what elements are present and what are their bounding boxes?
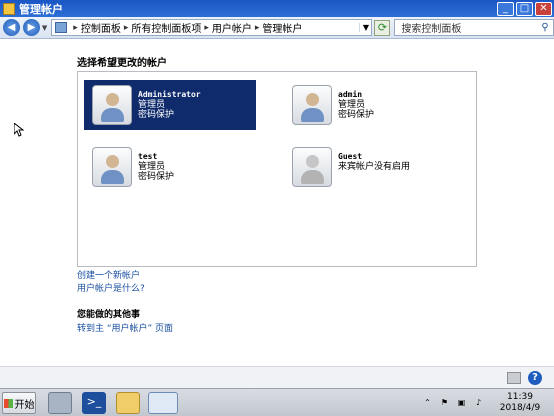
system-tray: ⌃ ⚑ ▣ ♪ 11:39 2018/4/9: [422, 389, 554, 416]
start-button[interactable]: 开始: [2, 392, 36, 414]
guest-avatar-icon: [292, 147, 332, 187]
account-status: 密码保护: [338, 110, 375, 120]
title-bar: 管理帐户 _ □ ✕: [0, 0, 554, 17]
page-title: 选择希望更改的帐户: [77, 58, 167, 69]
breadcrumb-user-accounts[interactable]: 用户帐户: [212, 20, 252, 35]
user-accounts-icon: [3, 2, 15, 15]
account-name: test: [138, 152, 158, 161]
account-administrator[interactable]: Administrator 管理员 密码保护: [84, 80, 256, 130]
window-title: 管理帐户: [19, 2, 63, 16]
status-strip: ?: [0, 366, 554, 388]
user-avatar-icon: [292, 85, 332, 125]
breadcrumb[interactable]: ▸ 控制面板 ▸ 所有控制面板项 ▸ 用户帐户 ▸ 管理帐户 ▼: [51, 19, 373, 36]
clock[interactable]: 11:39 2018/4/9: [490, 392, 550, 414]
back-button[interactable]: ◀: [3, 19, 20, 36]
address-dropdown-icon[interactable]: ▼: [359, 23, 371, 32]
forward-button[interactable]: ▶: [22, 19, 40, 36]
history-dropdown-icon[interactable]: ▼: [42, 24, 47, 32]
close-button[interactable]: ✕: [535, 1, 552, 16]
explorer-icon[interactable]: [116, 392, 140, 414]
other-tasks-heading: 您能做的其他事: [77, 310, 141, 320]
search-icon[interactable]: ⚲: [537, 22, 553, 33]
chevron-right-icon[interactable]: ▸: [124, 23, 129, 33]
network-icon[interactable]: ▣: [456, 398, 467, 409]
maximize-button[interactable]: □: [516, 1, 533, 16]
chevron-up-icon[interactable]: ⌃: [422, 398, 433, 409]
address-bar: ◀ ▶ ▼ ▸ 控制面板 ▸ 所有控制面板项 ▸ 用户帐户 ▸ 管理帐户 ▼ ⟳…: [0, 17, 554, 39]
breadcrumb-control-panel[interactable]: 控制面板: [81, 20, 121, 35]
content-area: 选择希望更改的帐户 Administrator 管理员 密码保护 admin 管…: [0, 39, 554, 366]
account-role: 管理员: [338, 100, 366, 110]
folder-icon[interactable]: [507, 372, 521, 384]
flag-icon[interactable]: ⚑: [439, 398, 450, 409]
volume-icon[interactable]: ♪: [473, 398, 484, 409]
account-status: 密码保护: [138, 172, 175, 182]
windows-logo-icon: [3, 398, 13, 408]
account-role: 管理员: [138, 162, 166, 172]
account-admin[interactable]: admin 管理员 密码保护: [284, 80, 456, 130]
chevron-right-icon[interactable]: ▸: [204, 23, 209, 33]
account-name: Administrator: [138, 90, 201, 99]
chevron-right-icon[interactable]: ▸: [73, 23, 78, 33]
minimize-button[interactable]: _: [497, 1, 514, 16]
help-icon[interactable]: ?: [528, 371, 542, 385]
goto-user-accounts-link[interactable]: 转到主 “用户帐户” 页面: [77, 321, 173, 334]
account-role: 来宾帐户没有启用: [338, 162, 411, 172]
powershell-icon[interactable]: >_: [82, 392, 106, 414]
account-guest[interactable]: Guest 来宾帐户没有启用: [284, 142, 456, 192]
clock-date: 2018/4/9: [499, 403, 541, 413]
search-placeholder: 搜索控制面板: [401, 24, 462, 35]
taskbar: 开始 >_ ⌃ ⚑ ▣ ♪ 11:39 2018/4/9: [0, 388, 554, 416]
clock-time: 11:39: [507, 392, 533, 402]
control-panel-icon: [55, 22, 68, 33]
account-status: 密码保护: [138, 110, 175, 120]
server-manager-icon[interactable]: [48, 392, 72, 414]
create-account-link[interactable]: 创建一个新帐户: [77, 268, 140, 281]
breadcrumb-manage-accounts[interactable]: 管理帐户: [262, 20, 302, 35]
account-role: 管理员: [138, 100, 166, 110]
what-is-account-link[interactable]: 用户帐户是什么?: [77, 281, 145, 294]
search-input[interactable]: 搜索控制面板 ⚲: [394, 19, 554, 36]
accounts-panel: Administrator 管理员 密码保护 admin 管理员 密码保护 te…: [77, 71, 477, 267]
account-name: Guest: [338, 152, 363, 161]
account-name: admin: [338, 90, 363, 99]
refresh-button[interactable]: ⟳: [374, 19, 391, 36]
breadcrumb-all-items[interactable]: 所有控制面板项: [131, 20, 201, 35]
control-panel-task-icon[interactable]: [148, 392, 178, 414]
start-label: 开始: [14, 399, 35, 411]
user-avatar-icon: [92, 85, 132, 125]
chevron-right-icon[interactable]: ▸: [255, 23, 260, 33]
account-test[interactable]: test 管理员 密码保护: [84, 142, 256, 192]
user-avatar-icon: [92, 147, 132, 187]
